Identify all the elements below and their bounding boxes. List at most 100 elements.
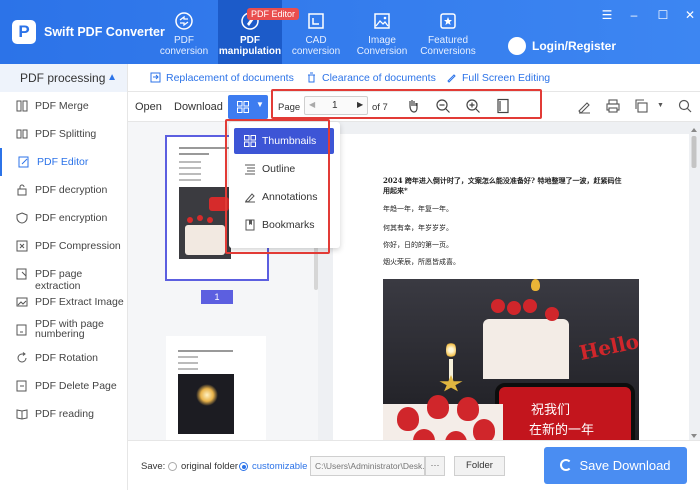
document-line: 烟火荣辰，所愿皆成喜。 xyxy=(383,258,460,266)
page-number-icon xyxy=(16,324,27,336)
next-page-icon[interactable]: ▶ xyxy=(357,100,363,109)
tab-pdf-conversion[interactable]: PDF conversion xyxy=(152,0,216,64)
tab-image-conversion[interactable]: Image Conversion xyxy=(350,0,414,64)
sidebar-item-label: PDF decryption xyxy=(35,184,108,196)
caret-down-icon: ▼ xyxy=(256,100,264,109)
sidebar-item-pdf-delete-page[interactable]: PDF Delete Page xyxy=(0,372,127,400)
save-download-button[interactable]: Save Download xyxy=(544,447,687,484)
document-line: 用起来* xyxy=(383,186,408,195)
print-icon[interactable] xyxy=(605,98,621,114)
sidebar-item-pdf-editor[interactable]: PDF Editor xyxy=(0,148,127,176)
sidebar-item-pdf-splitting[interactable]: PDF Splitting xyxy=(0,120,127,148)
sidebar-item-label: PDF Extract Image xyxy=(35,296,124,308)
sidebar-header[interactable]: PDF processing ▲ xyxy=(0,64,127,92)
original-folder-radio[interactable] xyxy=(168,462,177,471)
image-icon xyxy=(16,297,28,307)
dropdown-highlight xyxy=(225,119,330,254)
book-icon xyxy=(16,409,28,420)
sidebar-item-pdf-encryption[interactable]: PDF encryption xyxy=(0,204,127,232)
document-line: 2024 跨年进入倒计时了，文案怎么能没准备好? 特地整理了一波，赶紧码住 xyxy=(383,176,622,185)
sidebar-item-label: numbering xyxy=(35,328,85,340)
pen-icon[interactable] xyxy=(576,98,592,114)
tab-label: conversion xyxy=(291,46,341,57)
page-number-input[interactable]: 1 xyxy=(332,100,338,111)
sidebar-item-pdf-page-extraction[interactable]: PDF page extraction xyxy=(0,260,127,292)
thumbnail-photo xyxy=(178,374,234,434)
full-screen-editing-link[interactable]: Full Screen Editing xyxy=(446,72,550,84)
tab-featured-conversions[interactable]: Featured Conversions xyxy=(416,0,480,64)
browse-button[interactable]: ··· xyxy=(425,456,445,476)
top-bar: P Swift PDF Converter PDF conversion PDF… xyxy=(0,0,700,64)
sidebar-item-pdf-extract-image[interactable]: PDF Extract Image xyxy=(0,288,127,316)
page-number-badge: 1 xyxy=(201,290,233,304)
menu-icon[interactable]: ☰ xyxy=(600,8,614,22)
view-mode-button[interactable]: ▼ xyxy=(228,95,268,119)
tab-label: Featured xyxy=(427,35,469,46)
search-icon[interactable] xyxy=(677,98,693,114)
document-line: 何其有幸，年岁岁岁。 xyxy=(383,224,453,232)
output-path-field[interactable]: C:\Users\Administrator\Desk... xyxy=(310,456,425,476)
login-register-link[interactable]: Login/Register xyxy=(532,39,616,53)
sidebar-item-pdf-reading[interactable]: PDF reading xyxy=(0,400,127,428)
pdf-conversion-icon xyxy=(175,12,193,30)
hand-tool-icon[interactable] xyxy=(405,98,421,114)
caret-down-icon[interactable]: ▼ xyxy=(657,102,664,109)
replacement-label: Replacement of documents xyxy=(166,72,294,84)
pdf-editor-badge: PDF Editor xyxy=(247,8,300,20)
document-scrollbar[interactable] xyxy=(690,128,698,438)
sidebar-item-pdf-compression[interactable]: PDF Compression xyxy=(0,232,127,260)
document-line: 你好，日的的第一页。 xyxy=(383,241,453,249)
fullscreen-label: Full Screen Editing xyxy=(462,72,551,84)
sidebar-item-pdf-decryption[interactable]: PDF decryption xyxy=(0,176,127,204)
close-icon[interactable]: ✕ xyxy=(683,8,697,22)
customizable-radio[interactable] xyxy=(239,462,248,471)
sidebar-item-pdf-page-numbering[interactable]: PDF with page numbering xyxy=(0,316,127,344)
replace-icon xyxy=(150,72,161,83)
rotate-icon xyxy=(17,352,27,363)
zoom-out-icon[interactable] xyxy=(435,98,451,114)
open-button[interactable]: Open xyxy=(135,101,162,113)
fit-page-icon[interactable] xyxy=(495,98,511,114)
download-button[interactable]: Download xyxy=(174,101,223,113)
tab-label: PDF xyxy=(174,35,194,46)
tab-label: manipulation xyxy=(218,46,282,57)
folder-button[interactable]: Folder xyxy=(454,456,505,476)
sidebar-item-label: PDF encryption xyxy=(35,212,108,224)
trash-icon xyxy=(308,72,315,83)
chevron-up-icon[interactable]: ▲ xyxy=(107,72,117,83)
customizable-label[interactable]: customizable xyxy=(252,461,307,472)
refresh-icon xyxy=(560,459,573,471)
replacement-of-documents-link[interactable]: Replacement of documents xyxy=(150,72,294,84)
sidebar-item-label: PDF reading xyxy=(35,408,94,420)
clearance-of-documents-link[interactable]: Clearance of documents xyxy=(306,72,436,84)
shield-icon xyxy=(16,212,28,224)
page-stepper[interactable]: ◀ 1 ▶ xyxy=(304,96,368,115)
sidebar-item-label: PDF Merge xyxy=(35,100,89,112)
delete-page-icon xyxy=(16,380,27,392)
grid-icon xyxy=(237,101,249,113)
sidebar-item-label: PDF Compression xyxy=(35,240,121,252)
page-label: Page xyxy=(278,102,301,113)
original-folder-label[interactable]: original folder xyxy=(181,461,238,472)
cake-photo: Hello 祝我们 在新的一年 xyxy=(383,279,639,440)
viewer-toolbar: Open Download ▼ Page ◀ 1 ▶ of 7 ▼ xyxy=(128,89,700,122)
avatar[interactable] xyxy=(508,37,526,55)
prev-page-icon[interactable]: ◀ xyxy=(309,100,315,109)
sidebar-item-pdf-merge[interactable]: PDF Merge xyxy=(0,92,127,120)
zoom-in-icon[interactable] xyxy=(465,98,481,114)
save-label: Save: xyxy=(141,461,166,472)
edit-icon xyxy=(18,156,29,168)
copy-icon[interactable] xyxy=(633,98,649,114)
sidebar-header-label: PDF processing xyxy=(20,71,106,85)
save-download-label: Save Download xyxy=(579,458,671,473)
page-thumbnail[interactable] xyxy=(166,336,266,446)
tab-label: conversion xyxy=(159,46,209,57)
sidebar-item-pdf-rotation[interactable]: PDF Rotation xyxy=(0,344,127,372)
phone-text-1: 祝我们 xyxy=(531,403,571,418)
maximize-icon[interactable]: ☐ xyxy=(656,8,670,22)
minimize-icon[interactable]: – xyxy=(627,8,641,22)
tab-label: CAD xyxy=(305,35,327,46)
sidebar: PDF processing ▲ PDF Merge PDF Splitting… xyxy=(0,64,128,490)
app-title: Swift PDF Converter xyxy=(44,25,165,39)
tab-label: PDF xyxy=(240,35,260,46)
